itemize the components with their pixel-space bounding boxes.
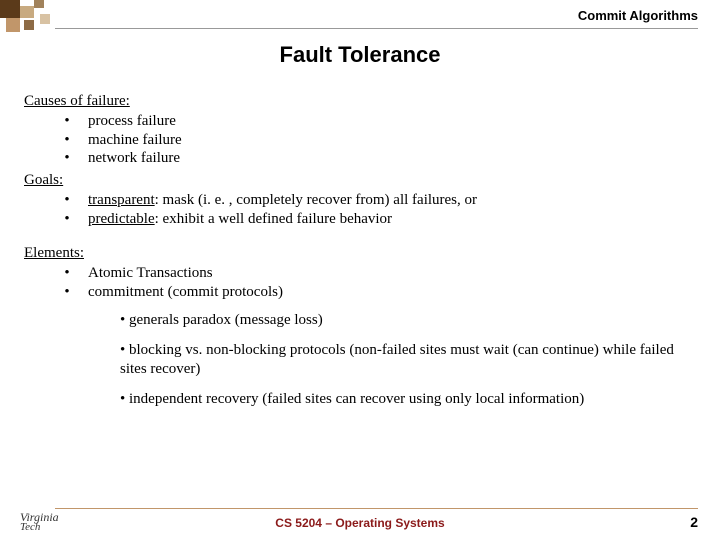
- header-ornament: [0, 0, 55, 40]
- header-label: Commit Algorithms: [578, 8, 698, 23]
- content-area: Causes of failure: •process failure •mac…: [24, 88, 690, 420]
- goals-list: • transparent: mask (i. e. , completely …: [24, 191, 690, 228]
- footer-course: CS 5204 – Operating Systems: [0, 516, 720, 530]
- causes-list: •process failure •machine failure •netwo…: [24, 112, 690, 167]
- elements-list: •Atomic Transactions •commitment (commit…: [24, 264, 690, 301]
- list-item: •commitment (commit protocols): [64, 283, 690, 301]
- causes-heading: Causes of failure:: [24, 92, 690, 110]
- list-item: •machine failure: [64, 131, 690, 149]
- page-number: 2: [690, 514, 698, 530]
- list-item: •network failure: [64, 149, 690, 167]
- header-rule: [55, 28, 698, 29]
- footer: Virginia Tech CS 5204 – Operating System…: [0, 508, 720, 540]
- footer-rule: [55, 508, 698, 509]
- list-item: • predictable: exhibit a well defined fa…: [64, 210, 690, 228]
- list-item: • blocking vs. non-blocking protocols (n…: [120, 341, 690, 378]
- elements-sublist: • generals paradox (message loss) • bloc…: [24, 311, 690, 408]
- elements-heading: Elements:: [24, 244, 690, 262]
- goals-heading: Goals:: [24, 171, 690, 189]
- list-item: •process failure: [64, 112, 690, 130]
- list-item: •Atomic Transactions: [64, 264, 690, 282]
- list-item: • independent recovery (failed sites can…: [120, 390, 690, 408]
- list-item: • transparent: mask (i. e. , completely …: [64, 191, 690, 209]
- slide-title: Fault Tolerance: [0, 42, 720, 68]
- list-item: • generals paradox (message loss): [120, 311, 690, 329]
